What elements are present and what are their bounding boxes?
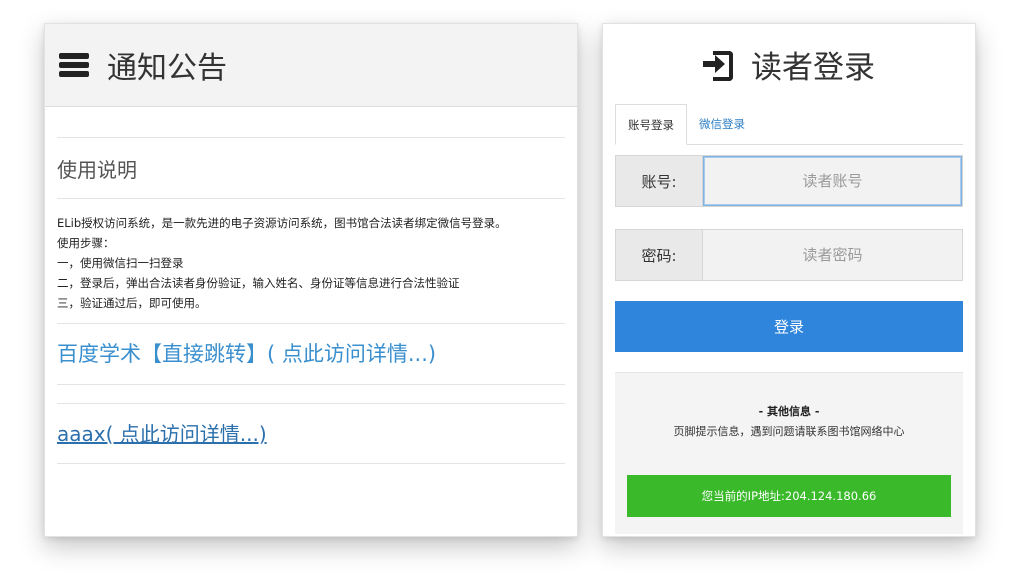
- usage-title: 使用说明: [57, 158, 137, 182]
- usage-line: 一，使用微信扫一扫登录: [57, 256, 184, 270]
- notice-title: 通知公告: [107, 51, 227, 86]
- notice-panel: 通知公告 使用说明 ELib授权访问系统，是一款先进的电子资源访问系统，图书馆合…: [44, 23, 578, 537]
- usage-line: 三，验证通过后，即可使用。: [57, 296, 207, 310]
- list-icon: [59, 53, 89, 77]
- baidu-scholar-link[interactable]: 百度学术【直接跳转】( 点此访问详情...): [57, 324, 565, 384]
- tab-wechat-login[interactable]: 微信登录: [687, 104, 757, 144]
- login-button[interactable]: 登录: [615, 301, 963, 352]
- divider: [57, 463, 565, 464]
- other-info-text: 页脚提示信息，遇到问题请联系图书馆网络中心: [673, 425, 905, 438]
- login-header: 读者登录: [603, 42, 975, 86]
- password-field: 密码:: [615, 229, 963, 281]
- usage-text: ELib授权访问系统，是一款先进的电子资源访问系统，图书馆合法读者绑定微信号登录…: [57, 199, 565, 323]
- other-info: - 其他信息 - 页脚提示信息，遇到问题请联系图书馆网络中心 您当前的IP地址:…: [615, 372, 963, 534]
- sign-in-icon: [703, 51, 733, 81]
- login-title: 读者登录: [751, 49, 875, 86]
- tab-account-login[interactable]: 账号登录: [615, 104, 687, 145]
- password-label: 密码:: [616, 230, 703, 280]
- aaax-link[interactable]: aaax( 点此访问详情...): [57, 404, 565, 463]
- notice-header: 通知公告: [45, 24, 577, 107]
- login-tabs: 账号登录 微信登录: [615, 104, 963, 145]
- login-panel: 读者登录 账号登录 微信登录 账号: 密码: 登录 - 其他信息 - 页脚提示信…: [602, 23, 976, 537]
- usage-line: 使用步骤：: [57, 236, 115, 250]
- ip-address-bar: 您当前的IP地址:204.124.180.66: [627, 475, 951, 517]
- account-input[interactable]: [703, 156, 962, 206]
- account-label: 账号:: [616, 156, 703, 206]
- account-field: 账号:: [615, 155, 963, 207]
- notice-body: 使用说明 ELib授权访问系统，是一款先进的电子资源访问系统，图书馆合法读者绑定…: [45, 107, 577, 464]
- password-input[interactable]: [703, 230, 962, 280]
- usage-line: ELib授权访问系统，是一款先进的电子资源访问系统，图书馆合法读者绑定微信号登录…: [57, 216, 507, 230]
- usage-line: 二，登录后，弹出合法读者身份验证，输入姓名、身份证等信息进行合法性验证: [57, 276, 460, 290]
- other-info-title: - 其他信息 -: [758, 405, 820, 418]
